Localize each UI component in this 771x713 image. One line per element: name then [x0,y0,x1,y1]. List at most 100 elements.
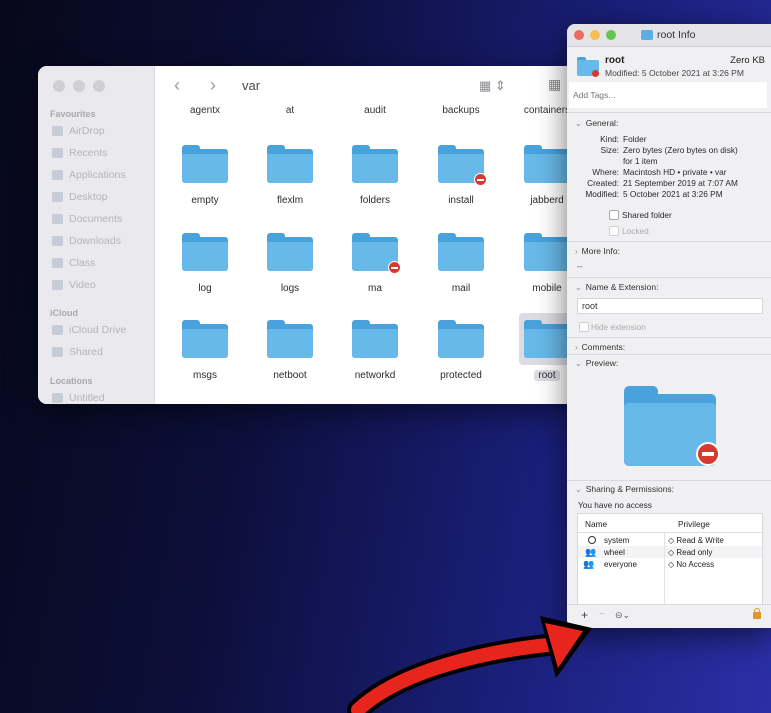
cloud-icon [52,325,63,335]
name-extension-section-toggle[interactable]: ⌄ Name & Extension: [575,282,658,292]
folder-item-log[interactable]: log [165,226,245,296]
created-value: 21 September 2019 at 7:07 AM [623,178,738,188]
privilege-select[interactable]: ◇ Read & Write [668,536,724,545]
lock-icon[interactable] [753,608,761,619]
folder-label: mail [451,283,471,294]
user-icon [588,536,596,546]
modified-value: 5 October 2021 at 3:26 PM [623,189,723,199]
folder-item-networkd[interactable]: networkd [335,313,415,383]
permission-row[interactable]: 👥 wheel ◇ Read only [578,546,762,558]
shared-folder-icon [52,347,63,357]
folder-icon [524,320,570,358]
folder-label: ma [368,283,382,294]
privilege-select[interactable]: ◇ No Access [668,560,714,569]
sidebar-item-recents[interactable]: Recents [52,147,108,159]
locked-label: Locked [622,226,649,236]
folder-item-install[interactable]: install [421,138,501,208]
folder-label[interactable]: backups [442,105,479,116]
permission-row[interactable]: system ◇ Read & Write [578,534,762,546]
folder-icon [267,145,313,183]
sidebar-item-desktop[interactable]: Desktop [52,191,108,203]
folder-label: logs [280,283,300,294]
folder-title: var [242,77,261,93]
tags-input[interactable] [569,82,767,108]
where-value: Macintosh HD • private • var [623,167,727,177]
no-access-badge-icon [474,173,487,186]
sharing-section-toggle[interactable]: ⌄ Sharing & Permissions: [575,484,674,494]
privilege-select[interactable]: ◇ Read only [668,548,712,557]
folder-label: msgs [193,370,217,381]
action-menu-button[interactable]: ⊝⌄ [615,610,630,621]
clock-icon [52,148,63,158]
folder-item-msgs[interactable]: msgs [165,313,245,383]
grid-view-icon[interactable]: ▦ ⇕ [479,78,506,94]
sidebar-item-icloud-drive[interactable]: iCloud Drive [52,324,126,336]
group-view-icon[interactable]: ▦ [548,76,561,93]
name-field[interactable]: root [577,298,763,314]
sidebar-heading-locations: Locations [50,376,93,386]
general-section-toggle[interactable]: ⌄ General: [575,118,618,128]
comments-section-toggle[interactable]: › Comments: [575,342,625,352]
back-button[interactable]: ‹ [174,75,190,96]
folder-item-mail[interactable]: mail [421,226,501,296]
folder-icon [52,258,63,268]
folder-icon-wrap [433,313,489,365]
sidebar-item-untitled[interactable]: Untitled [52,392,105,404]
folder-item-ma[interactable]: ma [335,226,415,296]
sidebar-item-documents[interactable]: Documents [52,213,122,225]
chevron-right-icon: › [575,247,578,256]
hide-extension-checkbox [579,322,589,332]
permissions-table: Name Privilege system ◇ Read & Write 👥 w… [577,513,763,605]
folder-label[interactable]: agentx [190,105,220,116]
close-button[interactable] [53,80,65,92]
folder-icon-wrap [262,138,318,190]
more-info-section-toggle[interactable]: › More Info: [575,246,620,256]
chevron-down-icon: ⌄ [575,485,582,494]
folder-icon [524,233,570,271]
folder-item-flexlm[interactable]: flexlm [250,138,330,208]
folder-icon-wrap [347,313,403,365]
folder-label: empty [191,195,219,206]
close-button[interactable] [574,30,584,40]
folder-icon [438,233,484,271]
folder-item-netboot[interactable]: netboot [250,313,330,383]
red-arrow-icon [347,616,592,713]
sidebar-item-downloads[interactable]: Downloads [52,235,121,247]
column-privilege-header[interactable]: Privilege [678,519,710,529]
folder-icon [641,30,653,40]
sidebar-item-shared[interactable]: Shared [52,346,103,358]
folder-icon-wrap [433,138,489,190]
folder-icon [352,145,398,183]
sidebar-item-class[interactable]: Class [52,257,95,269]
folder-label: protected [440,370,482,381]
access-note: You have no access [578,500,652,510]
preview-section-toggle[interactable]: ⌄ Preview: [575,358,618,368]
folder-item-folders[interactable]: folders [335,138,415,208]
info-window-controls [574,30,616,40]
folder-icon-wrap [347,226,403,278]
column-name-header[interactable]: Name [585,519,607,529]
folder-label[interactable]: at [286,105,294,116]
minimize-button[interactable] [590,30,600,40]
folder-item-protected[interactable]: protected [421,313,501,383]
folder-label[interactable]: audit [364,105,386,116]
folder-label: mobile [532,283,562,294]
folder-icon [438,145,487,186]
sidebar-item-video[interactable]: Video [52,279,96,291]
chevron-down-icon: ⌄ [575,119,582,128]
sidebar-item-applications[interactable]: Applications [52,169,126,181]
folder-label: root [534,370,560,381]
folder-label: networkd [354,370,396,381]
everyone-icon: 👥 [583,559,595,569]
shared-folder-checkbox[interactable] [609,210,619,220]
zoom-button[interactable] [606,30,616,40]
folder-item-empty[interactable]: empty [165,138,245,208]
permission-row[interactable]: 👥 everyone ◇ No Access [578,558,762,570]
sidebar-item-airdrop[interactable]: AirDrop [52,125,105,137]
minimize-button[interactable] [73,80,85,92]
forward-button[interactable]: › [210,75,226,96]
sidebar-heading-favourites: Favourites [50,109,96,119]
folder-item-logs[interactable]: logs [250,226,330,296]
folder-label[interactable]: containers [524,105,570,116]
zoom-button[interactable] [93,80,105,92]
